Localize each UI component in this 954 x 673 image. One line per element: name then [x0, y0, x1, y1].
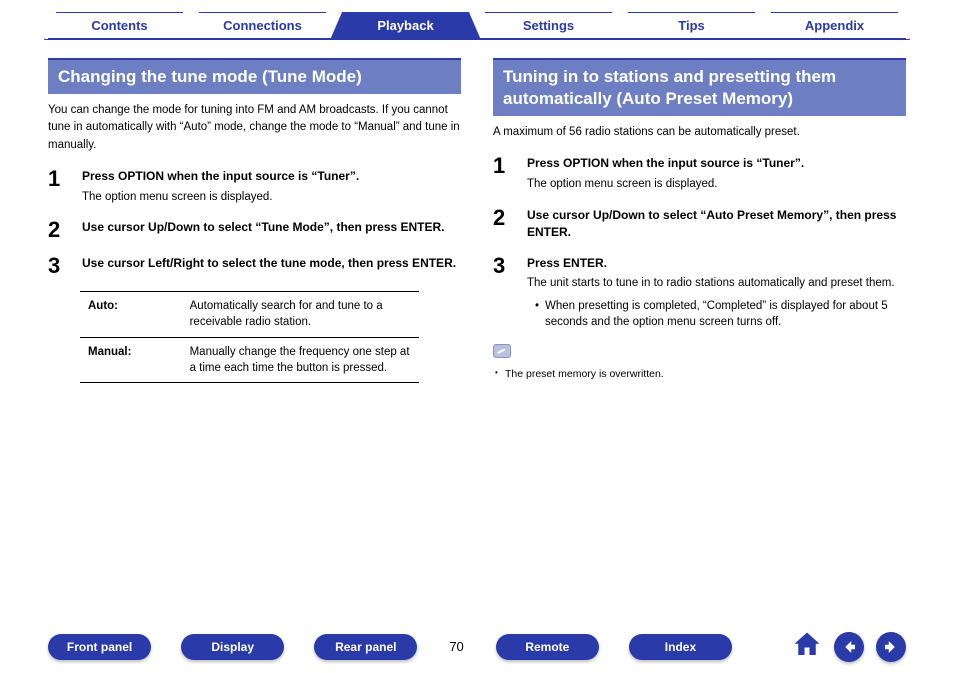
step-heading: Press OPTION when the input source is “T…	[527, 155, 906, 172]
note-text: The preset memory is overwritten.	[493, 367, 906, 382]
note-icon	[493, 344, 511, 358]
step-number: 2	[48, 219, 68, 241]
right-step-3: 3 Press ENTER. The unit starts to tune i…	[493, 255, 906, 331]
table-row: Auto: Automatically search for and tune …	[80, 292, 419, 337]
tune-mode-table: Auto: Automatically search for and tune …	[80, 291, 419, 382]
right-step-2: 2 Use cursor Up/Down to select “Auto Pre…	[493, 207, 906, 241]
page-number: 70	[447, 639, 465, 654]
front-panel-button[interactable]: Front panel	[48, 634, 151, 660]
left-intro: You can change the mode for tuning into …	[48, 102, 461, 154]
step-body: Use cursor Up/Down to select “Auto Prese…	[527, 207, 906, 241]
left-steps: 1 Press OPTION when the input source is …	[48, 168, 461, 277]
step-number: 1	[493, 155, 513, 177]
left-step-3: 3 Use cursor Left/Right to select the tu…	[48, 255, 461, 277]
remote-button[interactable]: Remote	[496, 634, 599, 660]
tab-appendix[interactable]: Appendix	[759, 12, 910, 40]
display-button[interactable]: Display	[181, 634, 284, 660]
nav-icons	[792, 630, 906, 663]
step-heading: Use cursor Left/Right to select the tune…	[82, 255, 461, 272]
prev-page-icon[interactable]	[834, 632, 864, 662]
step-body: Press OPTION when the input source is “T…	[82, 168, 461, 205]
step-subtext: The unit starts to tune in to radio stat…	[527, 275, 906, 292]
step-number: 2	[493, 207, 513, 229]
right-intro: A maximum of 56 radio stations can be au…	[493, 124, 906, 141]
page-content: Changing the tune mode (Tune Mode) You c…	[0, 40, 954, 383]
step-number: 3	[493, 255, 513, 277]
home-icon[interactable]	[792, 630, 822, 663]
mode-desc: Manually change the frequency one step a…	[182, 337, 419, 382]
right-column: Tuning in to stations and presetting the…	[493, 58, 906, 383]
step-number: 1	[48, 168, 68, 190]
rear-panel-button[interactable]: Rear panel	[314, 634, 417, 660]
mode-key: Manual:	[80, 337, 182, 382]
step-heading: Use cursor Up/Down to select “Tune Mode”…	[82, 219, 461, 236]
tab-connections[interactable]: Connections	[187, 12, 338, 40]
table-row: Manual: Manually change the frequency on…	[80, 337, 419, 382]
mode-key: Auto:	[80, 292, 182, 337]
step-heading: Press ENTER.	[527, 255, 906, 272]
left-step-2: 2 Use cursor Up/Down to select “Tune Mod…	[48, 219, 461, 241]
step-heading: Use cursor Up/Down to select “Auto Prese…	[527, 207, 906, 241]
mode-desc: Automatically search for and tune to a r…	[182, 292, 419, 337]
step-bullet: When presetting is completed, “Completed…	[535, 298, 906, 330]
tab-playback[interactable]: Playback	[330, 12, 481, 40]
step-heading: Press OPTION when the input source is “T…	[82, 168, 461, 185]
tab-contents[interactable]: Contents	[44, 12, 195, 40]
bottom-nav: Front panel Display Rear panel 70 Remote…	[0, 630, 954, 663]
right-steps: 1 Press OPTION when the input source is …	[493, 155, 906, 330]
step-subtext: The option menu screen is displayed.	[82, 189, 461, 206]
right-step-1: 1 Press OPTION when the input source is …	[493, 155, 906, 192]
index-button[interactable]: Index	[629, 634, 732, 660]
top-nav: Contents Connections Playback Settings T…	[0, 0, 954, 40]
tab-tips[interactable]: Tips	[616, 12, 767, 40]
right-section-title: Tuning in to stations and presetting the…	[493, 58, 906, 116]
tab-settings[interactable]: Settings	[473, 12, 624, 40]
note-block: The preset memory is overwritten.	[493, 344, 906, 382]
step-number: 3	[48, 255, 68, 277]
step-body: Press ENTER. The unit starts to tune in …	[527, 255, 906, 331]
left-section-title: Changing the tune mode (Tune Mode)	[48, 58, 461, 94]
step-body: Use cursor Left/Right to select the tune…	[82, 255, 461, 272]
step-subtext: The option menu screen is displayed.	[527, 176, 906, 193]
next-page-icon[interactable]	[876, 632, 906, 662]
left-column: Changing the tune mode (Tune Mode) You c…	[48, 58, 461, 383]
left-step-1: 1 Press OPTION when the input source is …	[48, 168, 461, 205]
step-body: Press OPTION when the input source is “T…	[527, 155, 906, 192]
step-body: Use cursor Up/Down to select “Tune Mode”…	[82, 219, 461, 236]
